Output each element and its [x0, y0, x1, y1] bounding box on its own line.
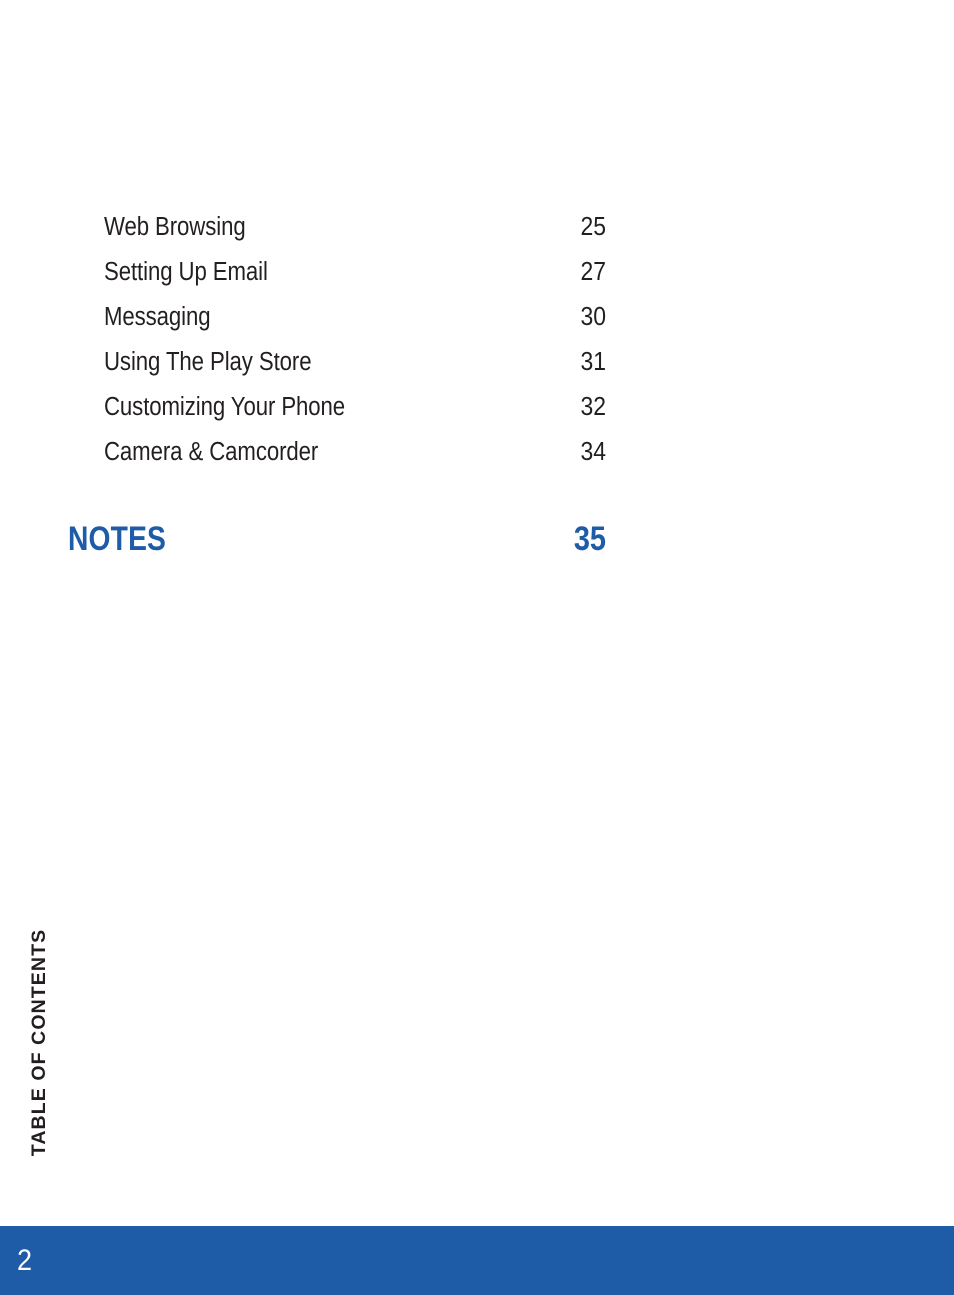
section-tab: TABLE OF CONTENTS	[0, 895, 80, 1190]
toc-entry-label: Messaging	[104, 303, 211, 331]
toc-entry-label: Setting Up Email	[104, 258, 268, 286]
toc-entry[interactable]: Customizing Your Phone 32	[104, 385, 606, 430]
toc-entry[interactable]: Messaging 30	[104, 295, 606, 340]
toc-entry-label: Web Browsing	[104, 213, 246, 241]
section-tab-label: TABLE OF CONTENTS	[28, 928, 51, 1157]
toc-entry-page-number: 34	[580, 438, 606, 466]
toc-section-heading-label: NOTES	[68, 520, 167, 558]
toc-entry-label: Customizing Your Phone	[104, 393, 346, 421]
toc-entry-page-number: 30	[580, 303, 606, 331]
page-footer-bar: 2	[0, 1226, 954, 1295]
toc-section-heading-notes[interactable]: NOTES 35	[68, 516, 606, 562]
table-of-contents-list: Web Browsing 25 Setting Up Email 27 Mess…	[104, 205, 606, 475]
toc-entry[interactable]: Camera & Camcorder 34	[104, 430, 606, 475]
toc-section-heading-page-number: 35	[573, 520, 606, 558]
toc-entry[interactable]: Using The Play Store 31	[104, 340, 606, 385]
toc-entry[interactable]: Setting Up Email 27	[104, 250, 606, 295]
page-number: 2	[17, 1244, 33, 1277]
toc-entry-label: Camera & Camcorder	[104, 438, 319, 466]
document-page: Web Browsing 25 Setting Up Email 27 Mess…	[0, 0, 954, 1295]
toc-entry[interactable]: Web Browsing 25	[104, 205, 606, 250]
toc-entry-page-number: 31	[580, 348, 606, 376]
toc-entry-page-number: 32	[580, 393, 606, 421]
toc-entry-label: Using The Play Store	[104, 348, 312, 376]
toc-entry-page-number: 27	[580, 258, 606, 286]
toc-entry-page-number: 25	[580, 213, 606, 241]
